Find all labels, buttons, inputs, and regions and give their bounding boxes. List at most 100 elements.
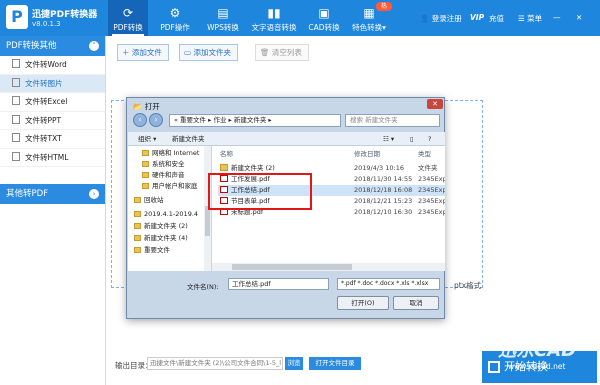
tab-label: PDF操作 <box>160 23 190 32</box>
scrollbar-thumb[interactable] <box>232 264 352 270</box>
highlight-annotation <box>208 173 312 210</box>
button-label: 添加文件 <box>131 48 162 57</box>
tree-item[interactable]: 新建文件夹 (4) <box>134 233 210 244</box>
trash-icon: 🗑 <box>260 48 270 57</box>
dialog-title-text: 打开 <box>144 102 160 111</box>
recycle-bin-icon <box>134 197 141 203</box>
tab-label: 文字语音转换 <box>251 23 297 32</box>
tree-label: 用户帐户和家庭 <box>152 182 198 190</box>
filetype-select[interactable]: *.pdf *.doc *.docx *.xls *.xlsx <box>337 278 440 290</box>
forward-icon[interactable]: › <box>149 113 163 127</box>
dialog-search-input[interactable]: 搜索 新建文件夹 <box>345 114 440 127</box>
file-type: 2345Expl <box>418 186 445 194</box>
column-date[interactable]: 修改日期 <box>354 148 380 158</box>
app-logo: P <box>6 5 28 29</box>
address-bar: ‹ › « 重要文件 ▸ 作业 ▸ 新建文件夹 ▸ 搜索 新建文件夹 <box>133 113 440 129</box>
browse-button[interactable]: 浏览 <box>285 357 303 370</box>
path-breadcrumb[interactable]: « 重要文件 ▸ 作业 ▸ 新建文件夹 ▸ <box>169 114 341 127</box>
sidebar-item-image[interactable]: 文件转图片 <box>0 74 105 93</box>
open-button[interactable]: 打开(O) <box>337 296 389 310</box>
clear-list-button[interactable]: 🗑 清空列表 <box>255 44 309 61</box>
folder-icon <box>134 247 141 253</box>
help-icon[interactable]: ? <box>428 132 431 146</box>
file-list-scrollbar[interactable] <box>212 263 445 271</box>
tree-label: 网络和 Internet <box>152 149 200 157</box>
file-type: 文件夹 <box>418 164 438 172</box>
format-hint: ptx格式 <box>454 281 482 290</box>
sidebar-item-excel[interactable]: 文件转Excel <box>0 93 105 112</box>
tree-item[interactable]: 回收站 <box>134 195 210 206</box>
add-file-button[interactable]: ＋ 添加文件 <box>117 44 169 61</box>
document-icon <box>12 59 20 68</box>
tree-item[interactable]: 新建文件夹 (2) <box>134 221 210 232</box>
folder-icon <box>134 211 141 217</box>
spreadsheet-icon <box>12 96 20 105</box>
text-file-icon <box>12 133 20 142</box>
column-type[interactable]: 类型 <box>418 148 431 158</box>
button-label: 清空列表 <box>271 48 302 57</box>
cancel-button[interactable]: 取消 <box>393 296 439 310</box>
chevron-up-icon: ˄ <box>89 41 99 51</box>
watermark-url: www.xdcad.net <box>508 362 566 371</box>
tab-cad-convert[interactable]: ▣ CAD转换 <box>304 0 344 36</box>
sidebar-item-txt[interactable]: 文件转TXT <box>0 130 105 149</box>
image-icon <box>12 77 20 87</box>
filename-label: 文件名(N): <box>187 283 219 291</box>
tab-label: PDF转换 <box>113 23 143 32</box>
chevron-right-icon: › <box>89 189 99 199</box>
scrollbar-thumb[interactable] <box>205 206 210 236</box>
minimize-button[interactable]: — <box>553 13 561 22</box>
tab-label: 特色转换▾ <box>352 23 386 32</box>
file-date: 2018/12/21 15:23 <box>354 197 413 205</box>
organize-menu[interactable]: 组织 ▾ <box>138 132 156 146</box>
tree-label: 回收站 <box>144 196 164 204</box>
tree-item[interactable]: 重要文件 <box>134 245 210 256</box>
grid-icon: ▦ <box>363 6 375 20</box>
item-label: 文件转图片 <box>25 78 63 88</box>
file-date: 2018/11/30 14:55 <box>354 175 413 183</box>
item-label: 文件转Word <box>25 60 67 69</box>
column-name[interactable]: 名称 <box>220 148 233 158</box>
sidebar: PDF转换其他 ˄ 文件转Word 文件转图片 文件转Excel 文件转PPT … <box>0 36 106 385</box>
folder-icon <box>134 235 141 241</box>
menu-button[interactable]: ☰ 菜单 <box>518 13 542 24</box>
cad-icon: ▣ <box>318 6 330 20</box>
tree-label: 系统和安全 <box>152 160 185 168</box>
dialog-toolbar: 组织 ▾ 新建文件夹 ☷ ▾ ▯ ? <box>128 132 445 146</box>
item-label: 文件转Excel <box>25 97 68 106</box>
refresh-icon: ⟳ <box>122 6 134 20</box>
add-folder-button[interactable]: ▭ 添加文件夹 <box>179 44 238 61</box>
presentation-icon <box>12 114 20 124</box>
dialog-close-button[interactable]: ✕ <box>427 99 443 109</box>
dialog-title: 📂 打开 <box>133 102 160 111</box>
new-folder-button[interactable]: 新建文件夹 <box>172 132 205 146</box>
sidebar-item-ppt[interactable]: 文件转PPT <box>0 112 105 130</box>
file-type: 2345Expl <box>418 197 445 205</box>
app-name: 迅捷PDF转换器 <box>32 10 98 20</box>
sidebar-group-pdf-to-other[interactable]: PDF转换其他 ˄ <box>0 36 105 56</box>
view-options-icon[interactable]: ☷ ▾ <box>383 132 394 146</box>
tab-wps-convert[interactable]: ▤ WPS转换 <box>200 0 246 36</box>
folder-icon <box>134 223 141 229</box>
watermark-brand: 迅东CAD <box>498 340 577 361</box>
sidebar-group-other-to-pdf[interactable]: 其他转PDF › <box>0 184 105 204</box>
tree-item[interactable]: 2019.4.1-2019.4 <box>134 209 210 220</box>
open-output-dir-button[interactable]: 打开文件目录 <box>309 357 361 370</box>
tab-text-speech[interactable]: ▮▮ 文字语音转换 <box>246 0 302 36</box>
preview-pane-icon[interactable]: ▯ <box>410 132 414 146</box>
filename-input[interactable]: 工作总结.pdf <box>228 278 329 290</box>
back-icon[interactable]: ‹ <box>133 113 147 127</box>
item-label: 文件转HTML <box>25 152 69 162</box>
network-icon <box>142 150 149 156</box>
recharge-link[interactable]: 充值 <box>489 13 504 24</box>
login-link[interactable]: 👤 登录注册 <box>420 13 462 24</box>
tab-pdf-convert[interactable]: ⟳ PDF转换 <box>108 0 148 36</box>
sidebar-item-word[interactable]: 文件转Word <box>0 56 105 75</box>
tab-pdf-operate[interactable]: ⚙ PDF操作 <box>152 0 198 36</box>
output-dir-input[interactable]: 迅捷文件\新建文件夹 (2)\公司文件合同\1-5_l <box>147 357 283 370</box>
audio-icon: ▮▮ <box>267 6 281 20</box>
hardware-icon <box>142 172 149 178</box>
tree-label: 重要文件 <box>144 246 170 254</box>
sidebar-item-html[interactable]: 文件转HTML <box>0 149 105 167</box>
close-button[interactable]: ✕ <box>576 13 582 22</box>
